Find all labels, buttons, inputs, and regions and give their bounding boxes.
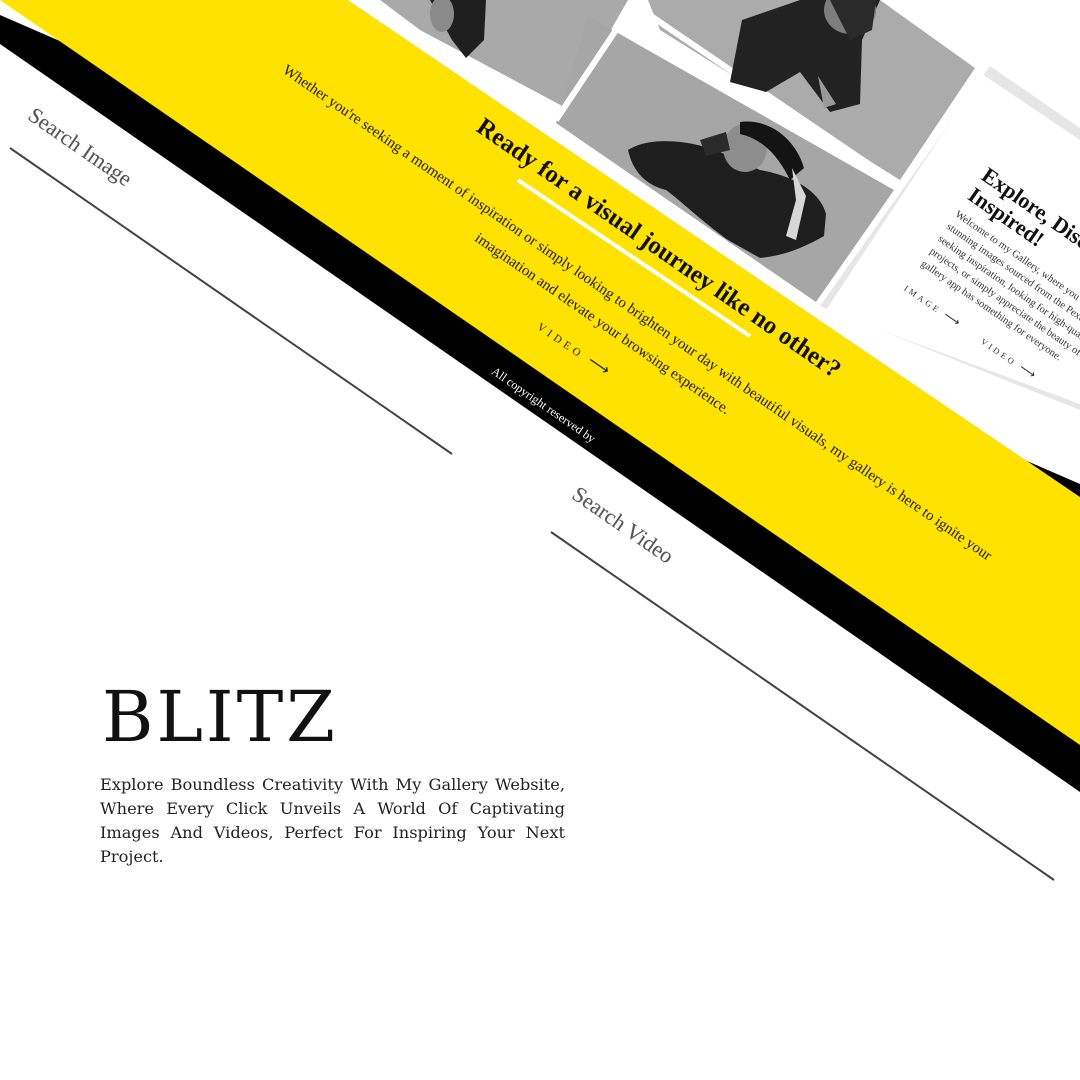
right-arrow-icon: ⟶ <box>1016 360 1039 382</box>
right-arrow-icon: ⟶ <box>584 350 614 380</box>
search-video-input[interactable]: Search Video <box>567 481 679 569</box>
hero-description-line-2: imagination and elevate your browsing ex… <box>471 230 733 418</box>
search-video-label: Search Video <box>567 481 679 569</box>
search-image-input[interactable]: Search Image <box>23 102 137 192</box>
info-card-content: Explore, Disc Inspired! Welcome to my Ga… <box>901 162 1080 404</box>
copyright-text: All copyright reserved by <box>489 364 599 446</box>
search-image-label: Search Image <box>23 102 137 192</box>
brand-name: BLITZ <box>102 676 338 758</box>
tilted-page-content: Search Image Search Video Ready for a vi… <box>0 0 1080 1080</box>
right-arrow-icon: ⟶ <box>941 307 964 330</box>
brand-tagline: Explore Boundless Creativity With My Gal… <box>100 775 565 866</box>
hero-description-line-1: Whether you're seeking a moment of inspi… <box>279 62 995 565</box>
hero-video-link-label: VIDEO <box>534 320 587 362</box>
